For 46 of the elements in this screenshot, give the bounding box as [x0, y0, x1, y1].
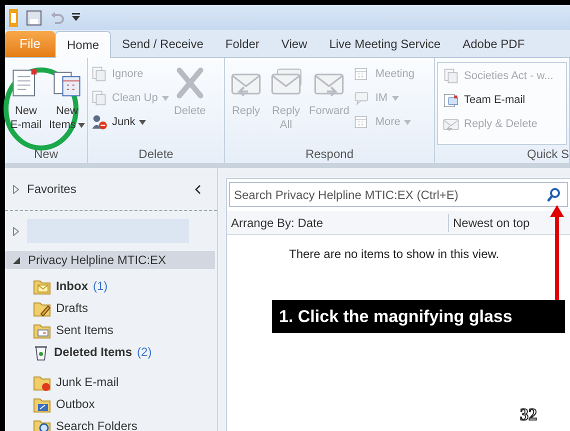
new-mail-icon	[442, 91, 460, 109]
folder-item[interactable]: Sent Items	[33, 319, 217, 341]
group-label: New	[34, 146, 58, 163]
trash-icon	[33, 344, 49, 360]
arrange-by-header[interactable]: Arrange By: Date	[227, 214, 448, 232]
document-icon	[90, 89, 108, 107]
ribbon-button[interactable]: New E-mail	[7, 62, 45, 132]
collapsed-triangle-icon[interactable]	[13, 184, 19, 194]
ribbon-tab[interactable]: Live Meeting Service	[318, 31, 452, 57]
caret-icon[interactable]	[72, 13, 80, 22]
slide-number: 32	[520, 404, 537, 426]
folder-icon	[33, 278, 51, 294]
folder-item[interactable]: Junk E-mail	[33, 371, 217, 393]
folder-icon	[33, 418, 51, 431]
search-icon[interactable]	[547, 188, 560, 202]
ribbon-button[interactable]: Junk	[90, 110, 169, 134]
empty-list-message: There are no items to show in this view.	[288, 246, 500, 263]
ribbon-tab[interactable]: View	[270, 31, 318, 57]
document-icon	[90, 65, 108, 83]
group-label: Delete	[138, 146, 174, 163]
group-label: Quick S	[526, 146, 569, 163]
ribbon-tab[interactable]: Adobe PDF	[452, 31, 536, 57]
folder-item[interactable]: Search Folders	[33, 415, 217, 431]
folder-item[interactable]: Deleted Items (2)	[33, 341, 217, 363]
instruction-callout: 1. Click the magnifying glass	[272, 300, 565, 333]
search-field[interactable]: Search Privacy Helpline MTIC:EX (Ctrl+E)	[229, 182, 568, 207]
document-icon	[442, 67, 460, 85]
ribbon-tab[interactable]: Send / Receive	[111, 31, 214, 57]
folder-item[interactable]: Drafts	[33, 297, 217, 319]
folder-item[interactable]: Inbox (1)	[33, 275, 217, 297]
folder-icon	[33, 396, 51, 412]
person-block-icon	[90, 113, 108, 131]
folder-icon	[33, 300, 51, 316]
folder-item[interactable]: Outbox	[33, 393, 217, 415]
ribbon-tab[interactable]: Home	[55, 31, 112, 58]
collapse-chevron-icon[interactable]	[195, 184, 201, 194]
group-label: Respond	[305, 146, 354, 163]
mailbox-header[interactable]: Privacy Helpline MTIC:EX	[5, 251, 215, 269]
folder-icon	[33, 322, 51, 338]
save-icon[interactable]	[26, 10, 42, 26]
favorites-header[interactable]: Favorites	[13, 180, 76, 198]
expanded-triangle-icon[interactable]	[13, 256, 20, 264]
ribbon-tab[interactable]: Folder	[214, 31, 270, 57]
folder-icon	[33, 374, 51, 390]
collapsed-triangle-icon[interactable]	[13, 226, 19, 236]
ribbon-button[interactable]: Team E-mail	[442, 88, 562, 112]
